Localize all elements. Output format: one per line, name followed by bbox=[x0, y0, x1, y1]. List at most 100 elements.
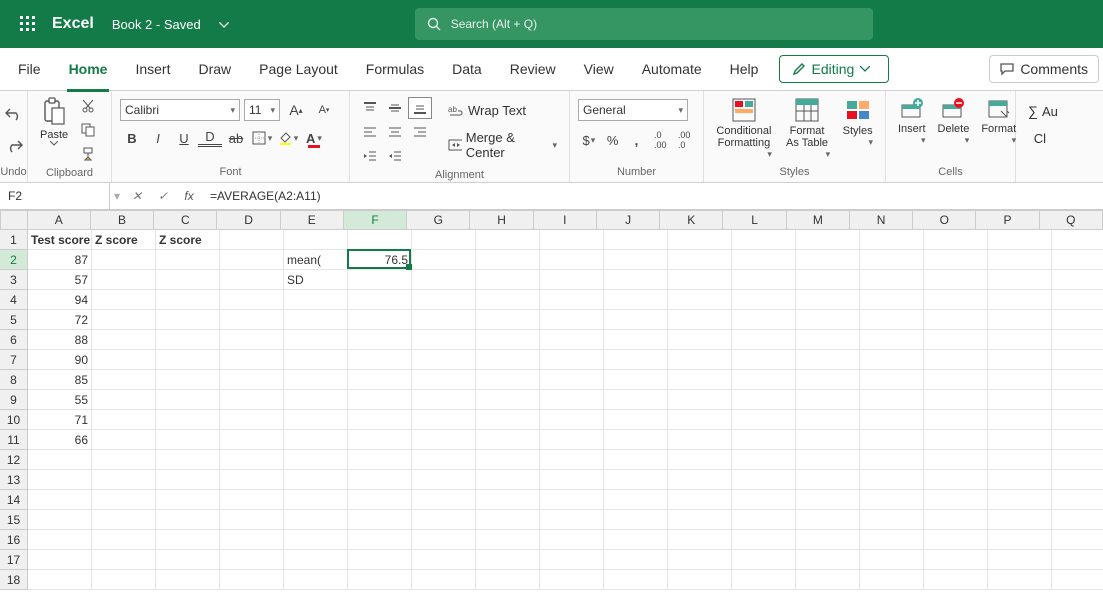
cell[interactable] bbox=[604, 250, 668, 270]
cell[interactable]: Z score bbox=[156, 230, 220, 250]
formula-input[interactable]: =AVERAGE(A2:A11) bbox=[202, 183, 1103, 209]
increase-font-button[interactable]: A▴ bbox=[284, 99, 308, 121]
cell[interactable] bbox=[924, 530, 988, 550]
double-underline-button[interactable]: D bbox=[198, 129, 222, 147]
cell[interactable] bbox=[412, 470, 476, 490]
cell[interactable] bbox=[924, 250, 988, 270]
cell[interactable] bbox=[1052, 410, 1103, 430]
format-as-table-button[interactable]: Format As Table▾ bbox=[780, 95, 834, 164]
cell[interactable] bbox=[284, 410, 348, 430]
format-painter-button[interactable] bbox=[76, 143, 100, 165]
cell[interactable] bbox=[668, 510, 732, 530]
row-header[interactable]: 9 bbox=[0, 390, 28, 410]
cell[interactable] bbox=[348, 350, 412, 370]
cell[interactable] bbox=[604, 490, 668, 510]
cell[interactable] bbox=[540, 490, 604, 510]
cell[interactable] bbox=[28, 530, 92, 550]
cell[interactable] bbox=[1052, 550, 1103, 570]
cell[interactable] bbox=[732, 410, 796, 430]
row-header[interactable]: 15 bbox=[0, 510, 28, 530]
cell[interactable] bbox=[540, 410, 604, 430]
cell[interactable] bbox=[92, 450, 156, 470]
merge-center-button[interactable]: Merge & Center▾ bbox=[444, 128, 561, 162]
cell[interactable]: Z score bbox=[92, 230, 156, 250]
cell[interactable] bbox=[668, 250, 732, 270]
cell[interactable] bbox=[988, 310, 1052, 330]
menu-home[interactable]: Home bbox=[55, 53, 122, 85]
cell[interactable] bbox=[156, 570, 220, 590]
cell[interactable] bbox=[796, 490, 860, 510]
cell[interactable] bbox=[92, 530, 156, 550]
column-header[interactable]: E bbox=[281, 210, 344, 230]
cell[interactable] bbox=[348, 390, 412, 410]
cell[interactable] bbox=[668, 430, 732, 450]
cell[interactable] bbox=[668, 370, 732, 390]
cell[interactable] bbox=[92, 550, 156, 570]
row-header[interactable]: 16 bbox=[0, 530, 28, 550]
column-header[interactable]: C bbox=[154, 210, 217, 230]
accept-formula-button[interactable]: ✓ bbox=[150, 183, 176, 209]
cell[interactable]: 71 bbox=[28, 410, 92, 430]
cell[interactable] bbox=[476, 370, 540, 390]
cancel-formula-button[interactable]: ✕ bbox=[124, 183, 150, 209]
cell[interactable] bbox=[668, 450, 732, 470]
cell[interactable] bbox=[860, 390, 924, 410]
cell[interactable] bbox=[1052, 250, 1103, 270]
cell[interactable] bbox=[92, 270, 156, 290]
cell[interactable] bbox=[1052, 490, 1103, 510]
cell[interactable] bbox=[796, 510, 860, 530]
cell[interactable] bbox=[28, 570, 92, 590]
cell[interactable] bbox=[924, 430, 988, 450]
row-header[interactable]: 13 bbox=[0, 470, 28, 490]
row-header[interactable]: 4 bbox=[0, 290, 28, 310]
cell[interactable] bbox=[732, 570, 796, 590]
cell[interactable] bbox=[604, 430, 668, 450]
align-left-button[interactable] bbox=[358, 121, 382, 143]
column-header[interactable]: I bbox=[534, 210, 597, 230]
decrease-font-button[interactable]: A▾ bbox=[312, 99, 336, 121]
strikethrough-button[interactable]: ab bbox=[224, 127, 248, 149]
autosum-button[interactable]: ∑Au bbox=[1024, 101, 1050, 121]
cell[interactable] bbox=[860, 570, 924, 590]
cell[interactable] bbox=[988, 270, 1052, 290]
cell[interactable] bbox=[924, 270, 988, 290]
cell[interactable] bbox=[476, 270, 540, 290]
cell[interactable] bbox=[604, 530, 668, 550]
cell[interactable] bbox=[1052, 510, 1103, 530]
cell[interactable] bbox=[604, 310, 668, 330]
cells-area[interactable]: Test scoreZ scoreZ score87mean(76.557SD9… bbox=[28, 230, 1103, 590]
cell[interactable] bbox=[156, 450, 220, 470]
cell[interactable] bbox=[156, 430, 220, 450]
cell[interactable] bbox=[668, 310, 732, 330]
cell[interactable] bbox=[156, 250, 220, 270]
cell[interactable] bbox=[988, 550, 1052, 570]
row-header[interactable]: 3 bbox=[0, 270, 28, 290]
menu-draw[interactable]: Draw bbox=[184, 53, 245, 85]
cell[interactable] bbox=[924, 470, 988, 490]
cell[interactable] bbox=[412, 430, 476, 450]
menu-automate[interactable]: Automate bbox=[628, 53, 716, 85]
cell[interactable] bbox=[668, 570, 732, 590]
cell[interactable] bbox=[668, 390, 732, 410]
column-header[interactable]: P bbox=[976, 210, 1039, 230]
editing-mode-button[interactable]: Editing bbox=[779, 55, 890, 83]
cell[interactable] bbox=[92, 250, 156, 270]
cell[interactable] bbox=[476, 530, 540, 550]
cell[interactable] bbox=[412, 330, 476, 350]
cell[interactable] bbox=[348, 450, 412, 470]
cell[interactable] bbox=[412, 490, 476, 510]
cell[interactable] bbox=[412, 550, 476, 570]
cell[interactable] bbox=[348, 490, 412, 510]
row-header[interactable]: 17 bbox=[0, 550, 28, 570]
cell[interactable] bbox=[988, 250, 1052, 270]
cell[interactable] bbox=[732, 330, 796, 350]
cell[interactable] bbox=[860, 490, 924, 510]
cell[interactable] bbox=[988, 350, 1052, 370]
menu-help[interactable]: Help bbox=[716, 53, 773, 85]
cell[interactable] bbox=[540, 450, 604, 470]
bold-button[interactable]: B bbox=[120, 127, 144, 149]
cell[interactable] bbox=[540, 550, 604, 570]
cell[interactable] bbox=[924, 510, 988, 530]
cell[interactable] bbox=[156, 330, 220, 350]
cell[interactable] bbox=[1052, 310, 1103, 330]
